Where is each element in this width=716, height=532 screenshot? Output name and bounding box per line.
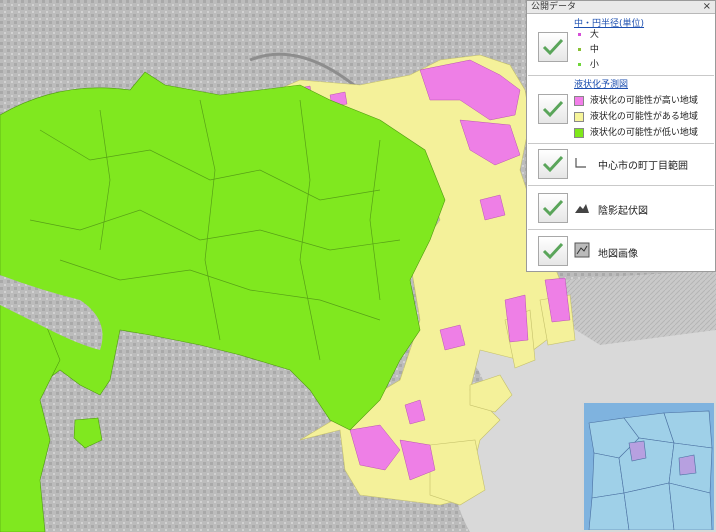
dot-icon [578, 33, 581, 36]
relief-icon [575, 204, 589, 213]
color-swatch [574, 127, 584, 138]
color-swatch [574, 95, 584, 106]
layer-label: 中心市の町丁目範囲 [598, 161, 688, 172]
legend-item-label: 大 [589, 30, 599, 40]
map-image-icon [574, 242, 590, 258]
legend-item: 液状化の可能性が高い地域 [574, 94, 698, 108]
legend-panel[interactable]: 公開データ × 中・円半径(単位) 大 中 小 液状化予測図 液状化の可能性が高… [526, 0, 716, 272]
legend-item-label: 小 [589, 60, 599, 70]
layer-visibility-checkbox[interactable] [538, 193, 568, 223]
dot-icon [578, 63, 581, 66]
legend-item-label: 液状化の可能性が低い地域 [589, 128, 698, 138]
legend-item: 液状化の可能性がある地域 [574, 110, 698, 124]
legend-section-liquefaction: 液状化予測図 液状化の可能性が高い地域 液状化の可能性がある地域 液状化の可能性… [528, 76, 714, 144]
legend-section-circle-size: 中・円半径(単位) 大 中 小 [528, 14, 714, 76]
reclaimed-island[interactable] [429, 439, 486, 506]
layer-visibility-checkbox[interactable] [538, 94, 568, 124]
legend-item: 小 [574, 58, 599, 72]
legend-section-town-boundary: 中心市の町丁目範囲 [528, 144, 714, 186]
legend-section-title[interactable]: 液状化予測図 [574, 77, 628, 90]
legend-item-label: 液状化の可能性が高い地域 [589, 96, 698, 106]
layer-visibility-checkbox[interactable] [538, 32, 568, 62]
legend-titlebar[interactable]: 公開データ × [527, 1, 715, 14]
close-icon[interactable]: × [703, 1, 711, 13]
layer-label: 地図画像 [598, 249, 638, 260]
legend-item: 中 [574, 43, 599, 57]
color-swatch [574, 111, 584, 122]
legend-item: 大 [574, 28, 599, 42]
legend-item-label: 液状化の可能性がある地域 [589, 112, 698, 122]
legend-section-map-image: 地図画像 [528, 230, 714, 271]
legend-item: 液状化の可能性が低い地域 [574, 126, 698, 140]
legend-section-relief: 陰影起伏図 [528, 186, 714, 230]
legend-item-label: 中 [589, 45, 599, 55]
overview-map[interactable] [582, 401, 716, 532]
legend-title: 公開データ [531, 2, 577, 12]
layer-visibility-checkbox[interactable] [538, 236, 568, 266]
boundary-icon [575, 158, 586, 168]
dot-icon [578, 48, 581, 51]
layer-visibility-checkbox[interactable] [538, 149, 568, 179]
layer-label: 陰影起伏図 [598, 206, 648, 217]
